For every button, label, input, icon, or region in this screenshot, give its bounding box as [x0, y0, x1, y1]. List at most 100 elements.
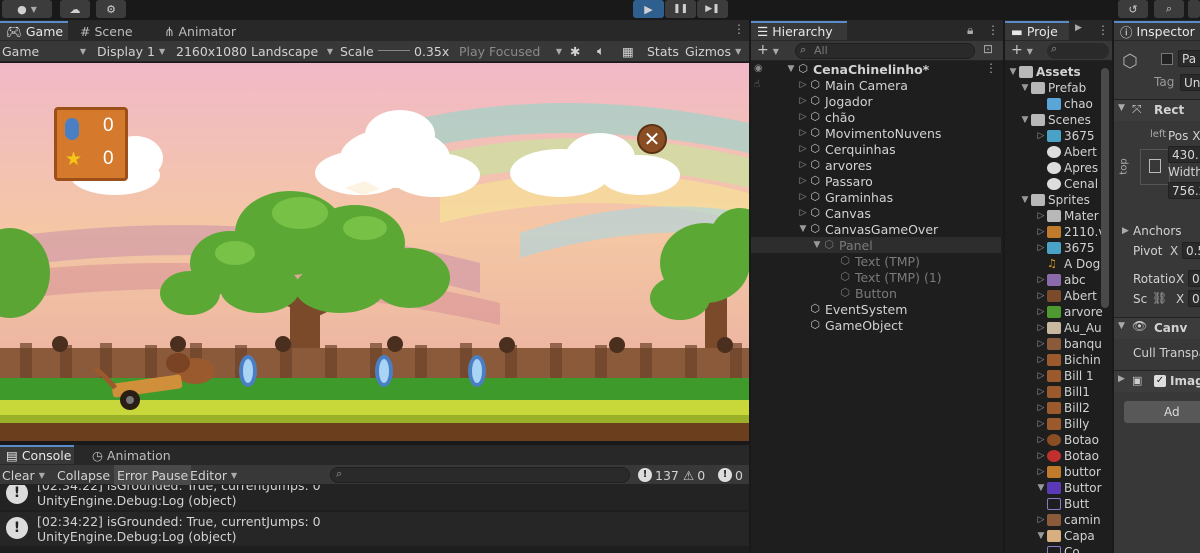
panel-menu-icon[interactable]: ⋮: [987, 23, 999, 37]
log-entry[interactable]: ! [02:34:22] isGrounded: True, currentJu…: [0, 485, 749, 510]
link-icon[interactable]: ⛓: [1152, 291, 1167, 305]
hierarchy-item-graminhas[interactable]: ▷ ⬡ Graminhas: [751, 189, 1001, 205]
stats-grid-icon[interactable]: ▦: [622, 41, 634, 61]
image-component-header[interactable]: ▶ ▣ ✓ Imag: [1114, 370, 1200, 392]
lock-icon[interactable]: 🔒︎: [967, 23, 973, 38]
tab-game[interactable]: 🎮︎ Game: [0, 21, 68, 40]
canvas-renderer-header[interactable]: ▼ 👁︎ Canv: [1114, 317, 1200, 339]
project-item-banqu[interactable]: ▷ banqu: [1005, 336, 1112, 352]
project-item-capa[interactable]: ▼ Capa: [1005, 528, 1112, 544]
add-component-button[interactable]: Ad: [1124, 401, 1200, 423]
game-viewport[interactable]: 0 ★ 0 ✕: [0, 63, 749, 441]
collapse-toggle[interactable]: Collapse: [57, 465, 110, 485]
tab-scene[interactable]: # Scene: [74, 22, 139, 41]
layers-button[interactable]: [1188, 0, 1200, 18]
project-item-apres[interactable]: Apres: [1005, 160, 1112, 176]
history-button[interactable]: ↺: [1118, 0, 1148, 18]
scale-x-field[interactable]: 0.: [1188, 290, 1200, 307]
hierarchy-item-passaro[interactable]: ▷ ⬡ Passaro: [751, 173, 1001, 189]
collab-button[interactable]: ⚙: [96, 0, 126, 18]
project-item-billy[interactable]: ▷ Billy: [1005, 416, 1112, 432]
tab-project[interactable]: ▬ Proje: [1005, 21, 1069, 40]
project-item-abert-sprite[interactable]: ▷ Abert: [1005, 288, 1112, 304]
add-icon[interactable]: + ▼: [1011, 42, 1033, 58]
project-scrollbar[interactable]: [1101, 68, 1109, 308]
project-item-sprite-3675[interactable]: ▷ 3675: [1005, 240, 1112, 256]
project-item-cena[interactable]: Cenal: [1005, 176, 1112, 192]
project-item-sprites[interactable]: ▼ Sprites: [1005, 192, 1112, 208]
active-checkbox[interactable]: [1161, 53, 1173, 65]
audio-icon[interactable]: 🔈︎: [597, 41, 605, 61]
hierarchy-item-movimentonuvens[interactable]: ▷ ⬡ MovimentoNuvens: [751, 125, 1001, 141]
tab-animation[interactable]: ◷ Animation: [86, 446, 177, 465]
project-item-bill-1[interactable]: ▷ Bill 1: [1005, 368, 1112, 384]
bug-icon[interactable]: ✱: [570, 41, 580, 61]
project-item-2110[interactable]: ▷ 2110.v: [1005, 224, 1112, 240]
project-item-botao-2[interactable]: ▷ Botao: [1005, 448, 1112, 464]
filter-icon[interactable]: ⊡: [983, 42, 993, 56]
project-item-au-au[interactable]: ▷ Au_Au: [1005, 320, 1112, 336]
project-item-co[interactable]: Co: [1005, 544, 1112, 553]
mode-dropdown[interactable]: Game ▼: [2, 41, 86, 61]
hierarchy-item-main-camera[interactable]: ▷ ⬡ Main Camera: [751, 77, 1001, 93]
more-tabs-icon[interactable]: ▶: [1075, 23, 1082, 33]
pivot-x-field[interactable]: 0.5: [1182, 242, 1200, 259]
warning-filter-button[interactable]: ⚠ 0: [683, 465, 705, 485]
error-filter-button[interactable]: ! 0: [718, 465, 743, 485]
project-item-bill1[interactable]: ▷ Bill1: [1005, 384, 1112, 400]
rect-transform-header[interactable]: ▼ ⤧ Rect: [1114, 99, 1200, 121]
project-item-scene-3675[interactable]: ▷ 3675: [1005, 128, 1112, 144]
project-item-prefab[interactable]: ▼ Prefab: [1005, 80, 1112, 96]
tab-animator[interactable]: ⋔ Animator: [158, 22, 242, 41]
play-button[interactable]: ▶: [633, 0, 664, 18]
log-filter-button[interactable]: ! 137: [638, 465, 679, 485]
step-button[interactable]: ▶❚: [697, 0, 728, 18]
hierarchy-item-button[interactable]: ⬡ Button: [751, 285, 1001, 301]
project-item-butt[interactable]: Butt: [1005, 496, 1112, 512]
name-field[interactable]: Pa: [1178, 50, 1200, 67]
expand-icon[interactable]: ▼: [785, 64, 797, 74]
hierarchy-item-text-tmp-1[interactable]: ⬡ Text (TMP) (1): [751, 269, 1001, 285]
stats-button[interactable]: Stats: [647, 41, 679, 61]
resolution-dropdown[interactable]: 2160x1080 Landscape ▼: [176, 41, 333, 61]
error-pause-toggle[interactable]: Error Pause: [114, 465, 192, 485]
hierarchy-item-arvores[interactable]: ▷ ⬡ arvores: [751, 157, 1001, 173]
project-item-bichin[interactable]: ▷ Bichin: [1005, 352, 1112, 368]
tab-console[interactable]: ▤ Console: [0, 445, 74, 464]
posx-field[interactable]: 430.: [1168, 146, 1200, 163]
project-item-scenes[interactable]: ▼ Scenes: [1005, 112, 1112, 128]
project-item-buttor-2[interactable]: ▼ Buttor: [1005, 480, 1112, 496]
project-search-input[interactable]: ⌕: [1047, 42, 1109, 59]
project-item-mater[interactable]: ▷ Mater: [1005, 208, 1112, 224]
editor-dropdown[interactable]: Editor ▼: [190, 465, 237, 485]
panel-menu-icon[interactable]: ⋮: [733, 22, 745, 36]
display-dropdown[interactable]: Display 1 ▼: [97, 41, 167, 61]
hierarchy-item-canvasgameover[interactable]: ▼ ⬡ CanvasGameOver: [751, 221, 1001, 237]
account-dropdown[interactable]: ● ▼: [2, 0, 52, 18]
cloud-button[interactable]: ☁: [60, 0, 90, 18]
hierarchy-item-canvas[interactable]: ▷ ⬡ Canvas: [751, 205, 1001, 221]
project-item-a-dog[interactable]: ♫ A Dog: [1005, 256, 1112, 272]
rotation-x-field[interactable]: 0: [1188, 270, 1200, 287]
tag-dropdown[interactable]: Un: [1180, 74, 1200, 91]
add-icon[interactable]: + ▼: [757, 42, 779, 58]
panel-menu-icon[interactable]: ⋮: [1097, 23, 1109, 37]
hierarchy-item-eventsystem[interactable]: ⬡ EventSystem: [751, 301, 1001, 317]
play-focused-dropdown[interactable]: Play Focused ▼: [459, 41, 562, 61]
hierarchy-item-chao[interactable]: ▷ ⬡ chão: [751, 109, 1001, 125]
project-item-abc[interactable]: ▷ abc: [1005, 272, 1112, 288]
enabled-checkbox[interactable]: ✓: [1154, 375, 1166, 387]
scene-row[interactable]: ▼ ⬡ CenaChinelinho*: [751, 61, 1001, 77]
hierarchy-search-input[interactable]: ⌕ All: [795, 43, 975, 59]
hierarchy-item-gameobject[interactable]: ⬡ GameObject: [751, 317, 1001, 333]
close-game-button[interactable]: ✕: [637, 124, 667, 154]
width-field[interactable]: 756.2: [1168, 182, 1200, 199]
search-button[interactable]: ⌕: [1154, 0, 1184, 18]
project-item-abert[interactable]: Abert: [1005, 144, 1112, 160]
scale-slider[interactable]: [378, 50, 410, 51]
anchor-preset-button[interactable]: [1140, 149, 1170, 185]
project-item-assets[interactable]: ▼ Assets: [1005, 64, 1112, 80]
project-item-arvore[interactable]: ▷ arvore: [1005, 304, 1112, 320]
clear-button[interactable]: Clear ▼: [2, 465, 50, 485]
expand-icon[interactable]: ▶: [1122, 226, 1129, 236]
